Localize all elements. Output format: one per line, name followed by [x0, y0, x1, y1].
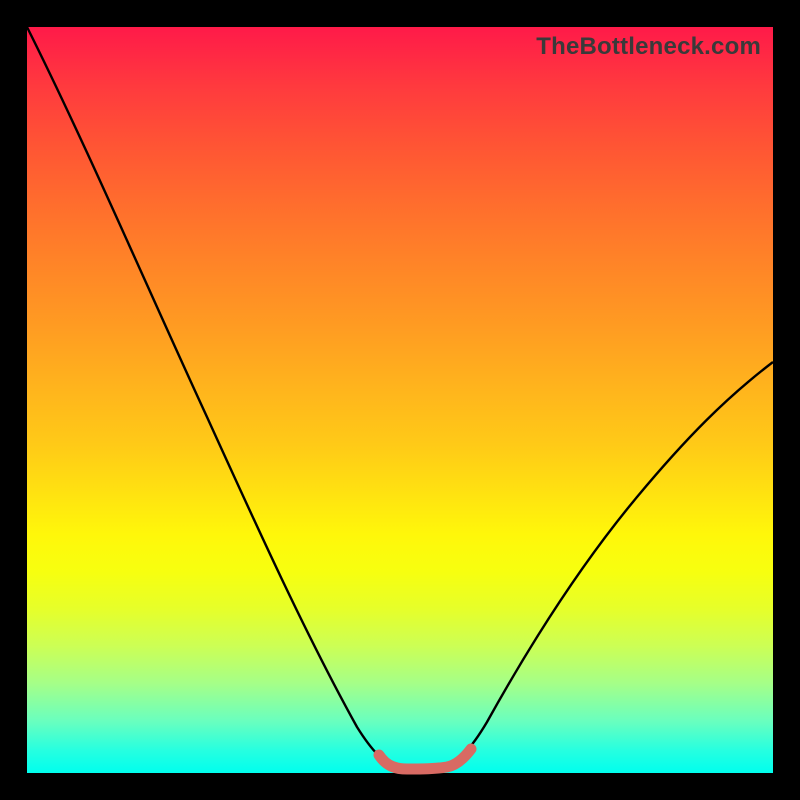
highlight-band — [379, 749, 471, 769]
chart-svg — [27, 27, 773, 773]
bottleneck-curve — [27, 27, 773, 769]
outer-frame: TheBottleneck.com — [0, 0, 800, 800]
plot-area: TheBottleneck.com — [27, 27, 773, 773]
